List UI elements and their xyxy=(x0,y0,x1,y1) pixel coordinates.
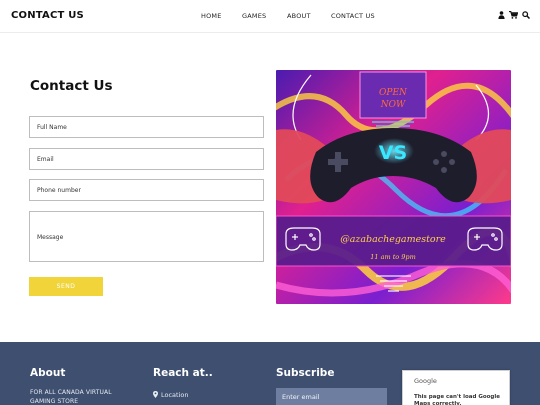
store-hours: 11 am to 9pm xyxy=(370,253,416,261)
user-icon[interactable] xyxy=(498,11,505,19)
main-nav: HOME GAMES ABOUT CONTACT US xyxy=(0,12,540,22)
footer-reach-heading: Reach at.. xyxy=(153,367,213,379)
phone-placeholder: Phone number xyxy=(37,187,81,194)
gamer-neon-illustration: OPEN NOW VS @azabachegamestore 11 am to … xyxy=(276,70,511,304)
search-icon[interactable] xyxy=(522,11,530,19)
footer-subscribe-heading: Subscribe xyxy=(276,367,335,379)
cart-icon[interactable] xyxy=(509,11,518,19)
email-placeholder: Email xyxy=(37,156,54,163)
message-placeholder: Message xyxy=(37,234,64,241)
sign-now: NOW xyxy=(380,100,406,110)
email-field[interactable]: Email xyxy=(29,148,264,170)
full-name-field[interactable]: Full Name xyxy=(29,116,264,138)
site-footer: About FOR ALL CANADA VIRTUAL GAMING STOR… xyxy=(0,342,540,405)
page-title: Contact Us xyxy=(30,78,113,94)
google-logo: Google xyxy=(414,377,437,385)
nav-about[interactable]: ABOUT xyxy=(287,12,311,20)
nav-games[interactable]: GAMES xyxy=(242,12,266,20)
site-header: CONTACT US HOME GAMES ABOUT CONTACT US xyxy=(0,0,540,33)
google-map-embed[interactable]: Google This page can't load Google Maps … xyxy=(402,370,510,405)
message-field[interactable]: Message xyxy=(29,211,264,262)
location-label: Location xyxy=(161,391,189,399)
nav-contact-us[interactable]: CONTACT US xyxy=(331,12,375,20)
vs-label: VS xyxy=(379,142,407,164)
subscribe-email-input[interactable]: Enter email xyxy=(276,388,387,405)
footer-about-text: FOR ALL CANADA VIRTUAL GAMING STORE xyxy=(30,389,112,405)
footer-about-heading: About xyxy=(30,367,66,379)
store-handle: @azabachegamestore xyxy=(340,234,446,245)
nav-home[interactable]: HOME xyxy=(201,12,222,20)
header-icons xyxy=(496,11,532,21)
promo-image: OPEN NOW VS @azabachegamestore 11 am to … xyxy=(276,70,511,304)
send-button[interactable]: SEND xyxy=(29,277,103,296)
phone-field[interactable]: Phone number xyxy=(29,179,264,201)
map-pin-icon xyxy=(153,391,158,398)
map-error-message: This page can't load Google Maps correct… xyxy=(414,394,500,405)
subscribe-email-placeholder: Enter email xyxy=(282,393,320,401)
sign-open: OPEN xyxy=(379,88,408,98)
full-name-placeholder: Full Name xyxy=(37,124,67,131)
